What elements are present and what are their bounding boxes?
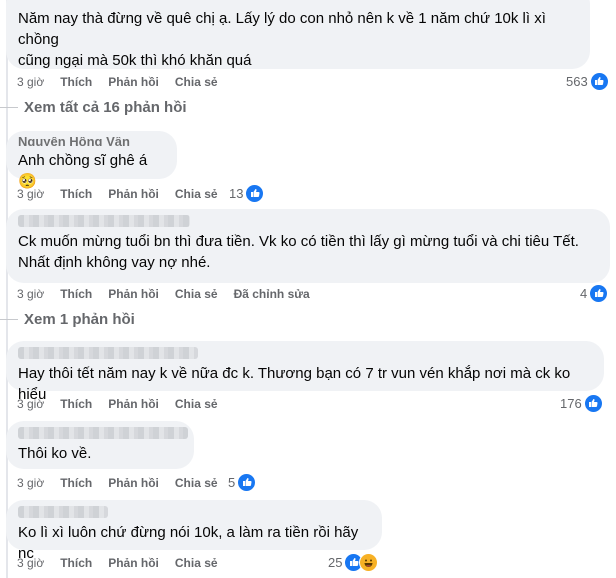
- like-icon: [237, 472, 257, 492]
- reply-link[interactable]: Phản hồi: [108, 75, 159, 89]
- comment-author[interactable]: Nguyễn Hồng Vân: [18, 137, 165, 146]
- like-link[interactable]: Thích: [60, 287, 92, 301]
- like-link[interactable]: Thích: [60, 556, 92, 570]
- comment-author-blurred[interactable]: [18, 215, 190, 227]
- reaction-count[interactable]: 563: [566, 71, 609, 91]
- comment-time[interactable]: 3 giờ: [17, 187, 44, 201]
- comment-author-blurred[interactable]: [18, 427, 188, 439]
- share-link[interactable]: Chia sẻ: [175, 187, 218, 201]
- like-icon: [589, 71, 609, 91]
- comment-time[interactable]: 3 giờ: [17, 476, 44, 490]
- like-link[interactable]: Thích: [60, 476, 92, 490]
- reaction-count-text: 5: [228, 474, 236, 490]
- comment-actions: 3 giờ Thích Phản hồi Chia sẻ: [17, 555, 234, 571]
- reaction-count[interactable]: 13: [229, 183, 265, 203]
- reply-link[interactable]: Phản hồi: [108, 187, 159, 201]
- share-link[interactable]: Chia sẻ: [175, 287, 218, 301]
- like-icon: [583, 393, 603, 413]
- comment-text-line: Ck muốn mừng tuổi bn thì đưa tiền. Vk ko…: [18, 233, 579, 250]
- comment-bubble: Ck muốn mừng tuổi bn thì đưa tiền. Vk ko…: [6, 209, 610, 283]
- like-icon: [245, 183, 265, 203]
- comment-time[interactable]: 3 giờ: [17, 556, 44, 570]
- reaction-count-text: 563: [566, 73, 588, 89]
- comment-actions: 3 giờ Thích Phản hồi Chia sẻ: [17, 475, 234, 491]
- view-replies-link[interactable]: Xem 1 phản hồi: [0, 311, 135, 328]
- comment-actions: 3 giờ Thích Phản hồi Chia sẻ: [17, 186, 234, 202]
- reaction-count[interactable]: 4: [580, 283, 609, 303]
- share-link[interactable]: Chia sẻ: [175, 75, 218, 89]
- like-link[interactable]: Thích: [60, 187, 92, 201]
- reaction-count-text: 13: [229, 185, 244, 201]
- comment-text-line: Nhất định không vay nợ nhé.: [18, 254, 211, 271]
- comment-actions: 3 giờ Thích Phản hồi Chia sẻ Đã chỉnh sử…: [17, 286, 326, 302]
- like-link[interactable]: Thích: [60, 397, 92, 411]
- reply-link[interactable]: Phản hồi: [108, 287, 159, 301]
- comment-bubble: Nguyễn Hồng Vân Anh chồng sĩ ghê á 🥺: [6, 131, 177, 190]
- comment-time[interactable]: 3 giờ: [17, 397, 44, 411]
- like-icon: [589, 283, 609, 303]
- comment-text-line: Thôi ko về.: [18, 445, 92, 462]
- thread-connector: [0, 319, 18, 320]
- like-link[interactable]: Thích: [60, 75, 92, 89]
- comment-time[interactable]: 3 giờ: [17, 287, 44, 301]
- reaction-count-text: 4: [580, 285, 588, 301]
- reply-link[interactable]: Phản hồi: [108, 397, 159, 411]
- share-link[interactable]: Chia sẻ: [175, 397, 218, 411]
- reply-link[interactable]: Phản hồi: [108, 556, 159, 570]
- thread-line: [6, 0, 8, 578]
- share-link[interactable]: Chia sẻ: [175, 556, 218, 570]
- haha-icon: [359, 552, 379, 572]
- edited-label: Đã chỉnh sửa: [233, 287, 310, 301]
- comment-bubble: Năm nay thà đừng về quê chị ạ. Lấy lý do…: [6, 0, 590, 69]
- view-replies-label: Xem tất cả 16 phản hồi: [24, 99, 187, 116]
- comment-bubble: Hay thôi tết năm nay k về nữa đc k. Thươ…: [6, 341, 604, 403]
- comment-author-blurred[interactable]: [18, 347, 198, 359]
- comment-actions: 3 giờ Thích Phản hồi Chia sẻ: [17, 396, 234, 412]
- comment-actions: 3 giờ Thích Phản hồi Chia sẻ: [17, 74, 234, 90]
- comment-text-line: Năm nay thà đừng về quê chị ạ. Lấy lý do…: [18, 10, 546, 48]
- comment-bubble: Ko lì xì luôn chứ đừng nói 10k, a làm ra…: [6, 500, 382, 562]
- reaction-count[interactable]: 176: [560, 393, 603, 413]
- reaction-count[interactable]: 25: [328, 552, 379, 572]
- reaction-count-text: 176: [560, 395, 582, 411]
- comment-text-line: cũng ngại mà 50k thì khó khăn quá: [18, 52, 252, 69]
- thread-connector: [0, 107, 18, 108]
- reply-link[interactable]: Phản hồi: [108, 476, 159, 490]
- comment-bubble: Thôi ko về.: [6, 421, 194, 469]
- reaction-count-text: 25: [328, 554, 343, 570]
- reaction-count[interactable]: 5: [228, 472, 257, 492]
- comment-author-blurred[interactable]: [18, 506, 108, 518]
- share-link[interactable]: Chia sẻ: [175, 476, 218, 490]
- comment-time[interactable]: 3 giờ: [17, 75, 44, 89]
- view-replies-link[interactable]: Xem tất cả 16 phản hồi: [0, 99, 187, 116]
- view-replies-label: Xem 1 phản hồi: [24, 311, 135, 328]
